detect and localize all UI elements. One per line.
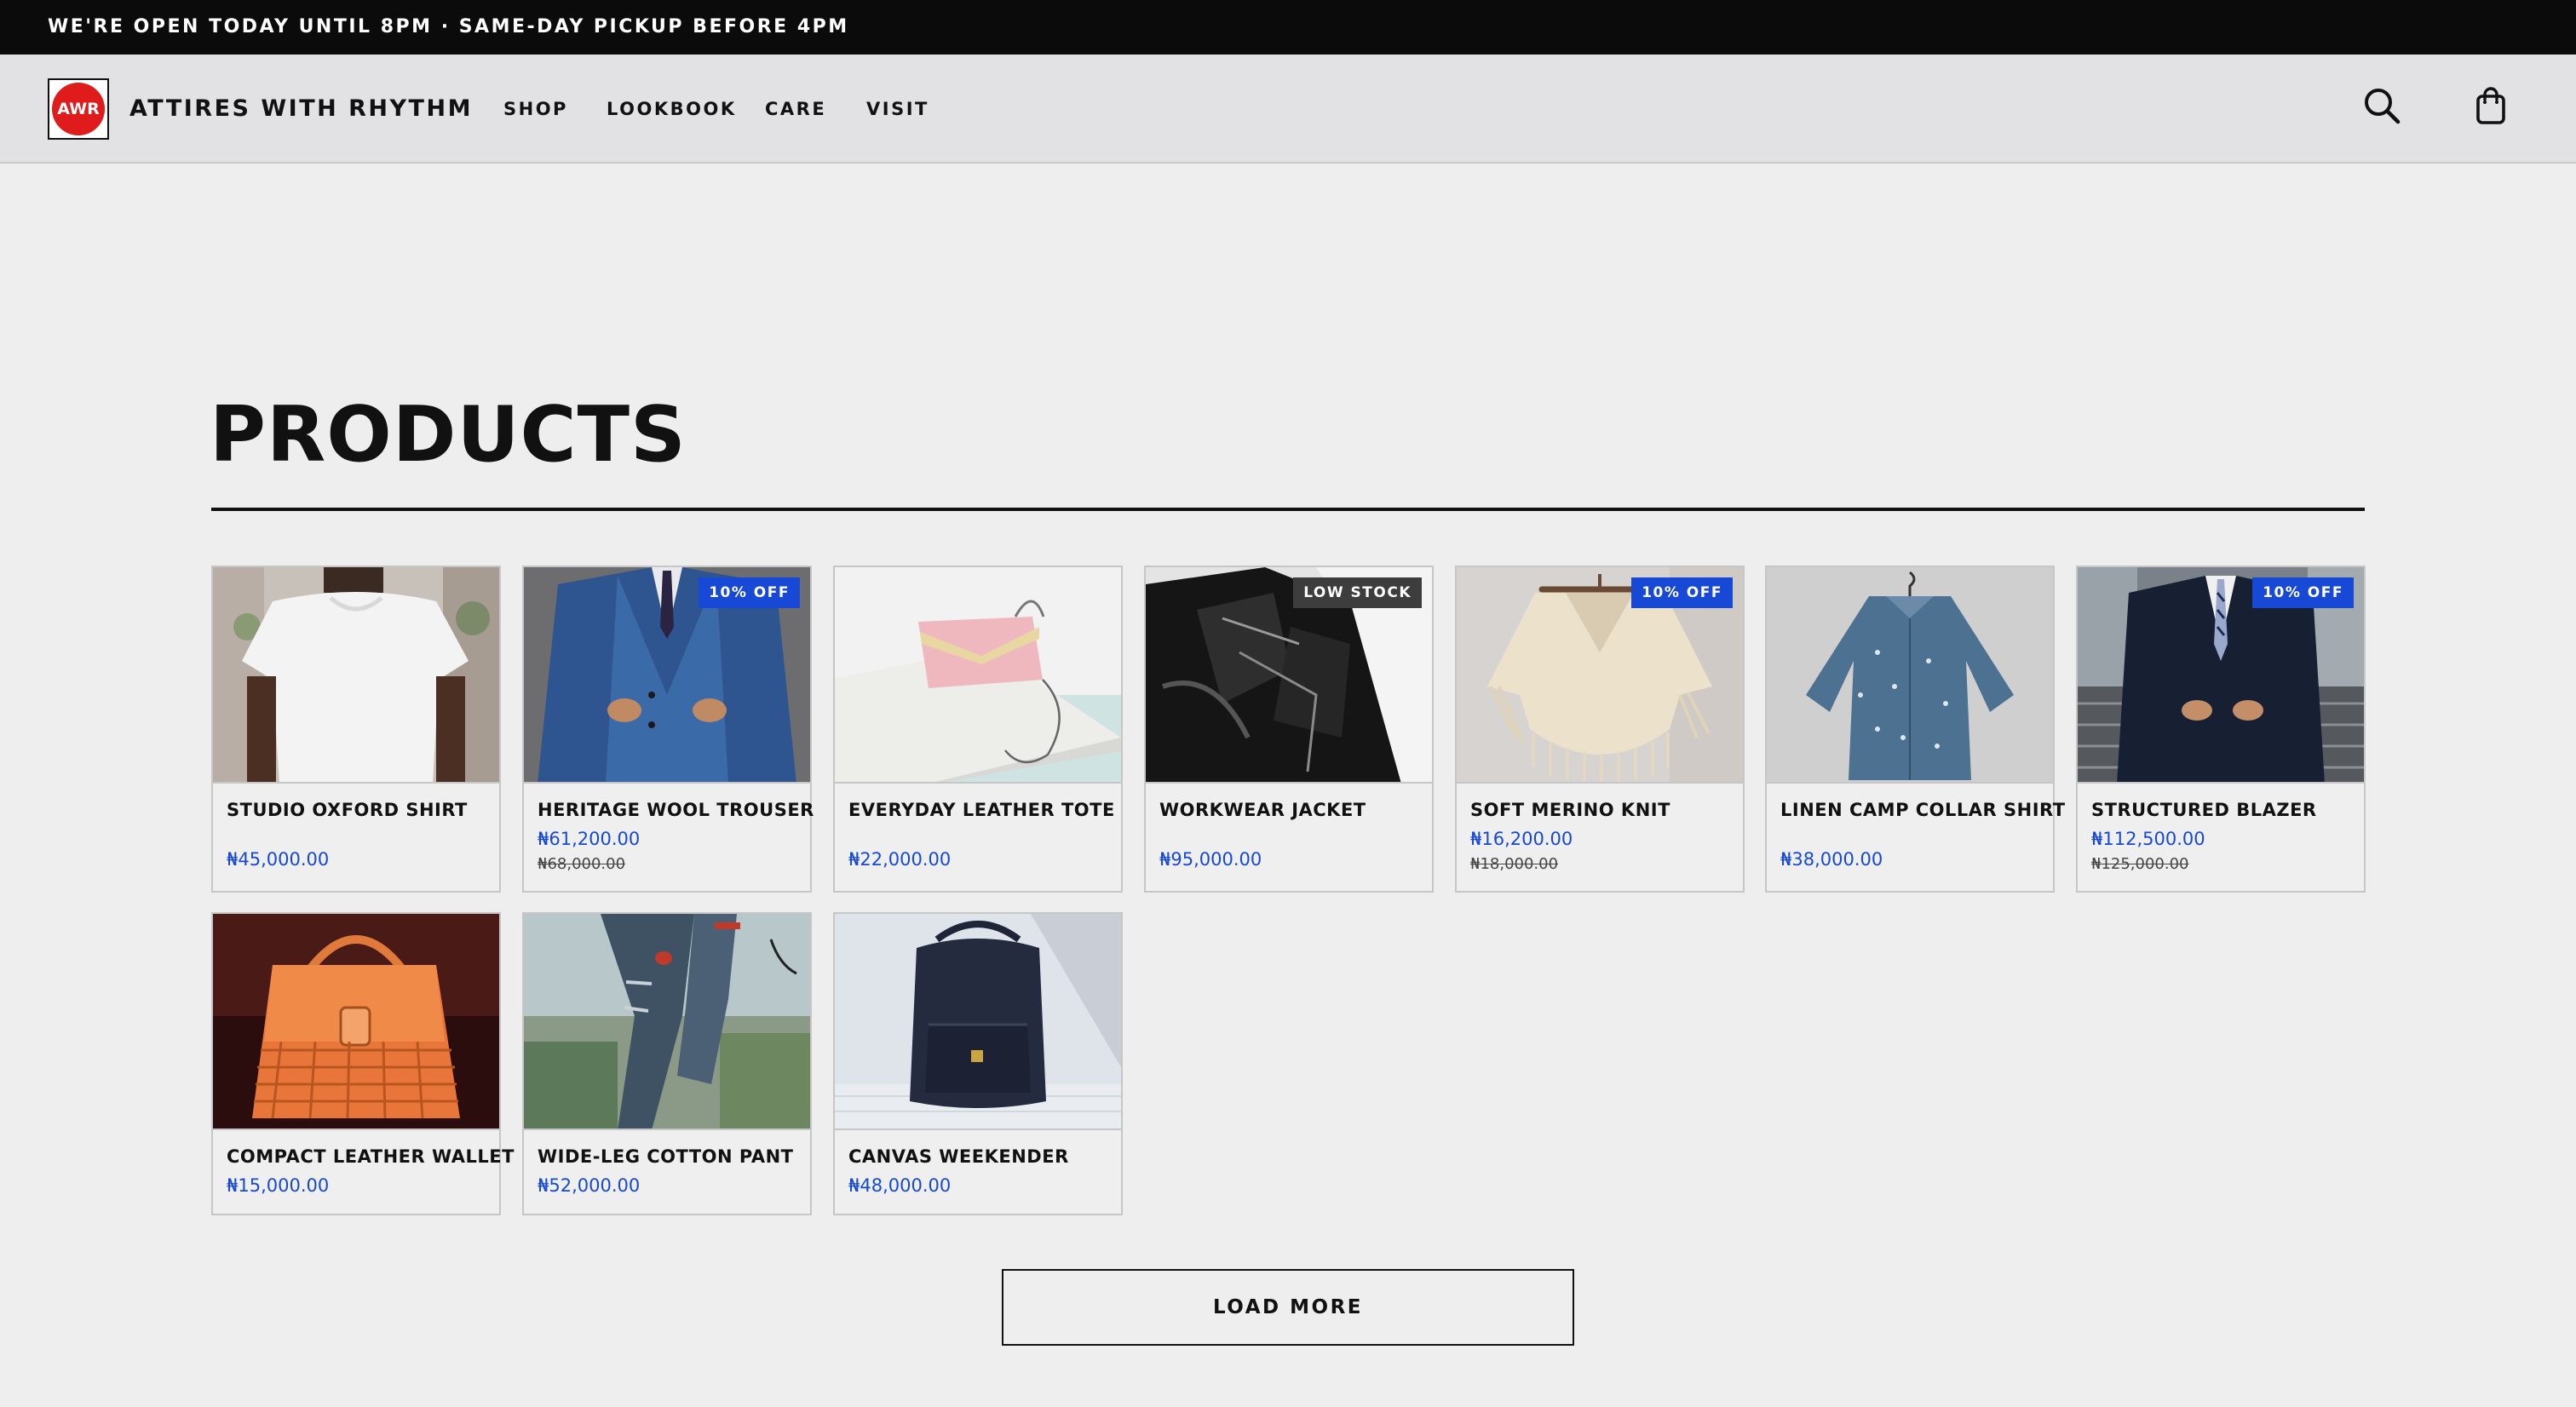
product-price: ₦38,000.00 [1780,849,1883,870]
site-header: AWR ATTIRES WITH RHYTHM SHOP LOOKBOOK CA… [0,55,2576,164]
product-image: 10% OFF [1457,567,1743,784]
product-image [524,914,810,1130]
product-card[interactable]: EVERYDAY LEATHER TOTE ₦22,000.00 [833,566,1123,893]
product-card[interactable]: WIDE-LEG COTTON PANT ₦52,000.00 [522,912,812,1215]
announcement-text: WE'RE OPEN TODAY UNTIL 8PM · SAME-DAY PI… [48,16,849,37]
stock-badge: LOW STOCK [1293,577,1422,608]
title-divider [211,508,2365,511]
product-card[interactable]: 10% OFF HERITAGE WOOL TROUSER ₦61,200.00… [522,566,814,893]
nav-shop[interactable]: SHOP [503,99,568,119]
product-name: COMPACT LEATHER WALLET [227,1146,515,1167]
nav-care[interactable]: CARE [765,99,826,119]
product-price: ₦22,000.00 [848,849,952,870]
logo[interactable]: AWR [48,78,109,140]
product-card[interactable]: COMPACT LEATHER WALLET ₦15,000.00 [211,912,514,1215]
product-card[interactable]: CANVAS WEEKENDER ₦48,000.00 [833,912,1123,1215]
load-more-button[interactable]: LOAD MORE [1002,1269,1574,1346]
announcement-bar: WE'RE OPEN TODAY UNTIL 8PM · SAME-DAY PI… [0,0,2576,55]
page-title: PRODUCTS [210,390,687,480]
original-price: ₦125,000.00 [2091,855,2189,873]
original-price: ₦68,000.00 [538,855,626,873]
product-card[interactable]: LOW STOCK WORKWEAR JACKET ₦95,000.00 [1144,566,1434,893]
brand-name[interactable]: ATTIRES WITH RHYTHM [129,92,473,126]
product-name: EVERYDAY LEATHER TOTE [848,800,1115,820]
product-price: ₦45,000.00 [227,849,330,870]
product-price: ₦15,000.00 [227,1175,330,1196]
product-name: STRUCTURED BLAZER [2091,800,2317,820]
product-image: 10% OFF [524,567,810,784]
product-price: ₦61,200.00 [538,829,641,849]
product-image [213,567,499,784]
product-price: ₦95,000.00 [1159,849,1262,870]
nav-lookbook[interactable]: LOOKBOOK [607,99,737,119]
product-price: ₦48,000.00 [848,1175,952,1196]
original-price: ₦18,000.00 [1470,855,1559,873]
product-name: STUDIO OXFORD SHIRT [227,800,468,820]
product-card[interactable]: 10% OFF SOFT MERINO KNIT ₦16,200.00 ₦18,… [1455,566,1745,893]
product-name: WIDE-LEG COTTON PANT [538,1146,794,1167]
product-image: LOW STOCK [1146,567,1432,784]
shopping-bag-icon[interactable] [2470,85,2511,126]
product-price: ₦16,200.00 [1470,829,1573,849]
product-name: LINEN CAMP COLLAR SHIRT [1780,800,2066,820]
product-image [213,914,499,1130]
nav-visit[interactable]: VISIT [866,99,929,119]
product-card[interactable]: STUDIO OXFORD SHIRT ₦45,000.00 [211,566,501,893]
logo-badge: AWR [52,83,105,135]
product-name: SOFT MERINO KNIT [1470,800,1670,820]
discount-badge: 10% OFF [699,577,800,608]
product-image [835,914,1121,1130]
product-image [835,567,1121,784]
product-image [1767,567,2053,784]
product-card[interactable]: 10% OFF STRUCTURED BLAZER ₦112,500.00 ₦1… [2076,566,2366,893]
product-name: WORKWEAR JACKET [1159,800,1366,820]
discount-badge: 10% OFF [2252,577,2354,608]
product-name: HERITAGE WOOL TROUSER [538,800,814,820]
product-name: CANVAS WEEKENDER [848,1146,1069,1167]
product-price: ₦112,500.00 [2091,829,2205,849]
product-card[interactable]: LINEN CAMP COLLAR SHIRT ₦38,000.00 [1765,566,2065,893]
product-price: ₦52,000.00 [538,1175,641,1196]
discount-badge: 10% OFF [1631,577,1733,608]
search-icon[interactable] [2361,85,2402,126]
product-image: 10% OFF [2078,567,2364,784]
